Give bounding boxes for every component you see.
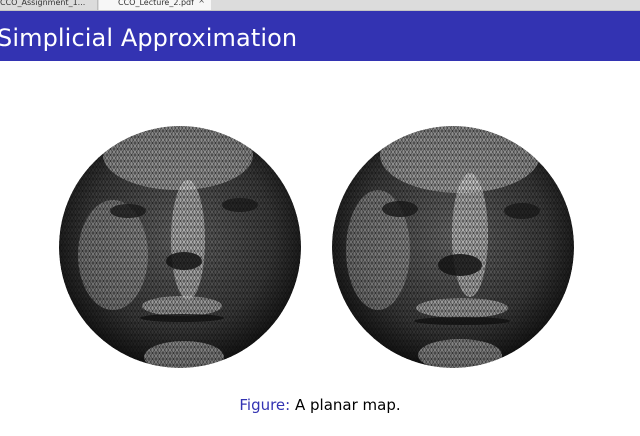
browser-tab-bar: CCO_Assignment_1... CCO_Lecture_2.pdf × bbox=[0, 0, 640, 11]
tab-label: CCO_Assignment_1... bbox=[0, 0, 86, 7]
close-tab-icon[interactable]: × bbox=[198, 0, 205, 5]
tab-cco-assignment[interactable]: CCO_Assignment_1... bbox=[0, 0, 98, 10]
meshed-face-disk-right bbox=[332, 126, 574, 368]
tab-cco-lecture[interactable]: CCO_Lecture_2.pdf × bbox=[99, 0, 211, 10]
meshed-face-disk-left bbox=[59, 126, 301, 368]
caption-text: A planar map. bbox=[295, 396, 401, 414]
figure-label: Figure: bbox=[239, 396, 291, 414]
slide-title: Simplicial Approximation bbox=[0, 24, 298, 52]
tab-label: CCO_Lecture_2.pdf bbox=[118, 0, 194, 7]
slide-header: Simplicial Approximation bbox=[0, 11, 640, 61]
figure-caption: Figure: A planar map. bbox=[0, 396, 640, 414]
